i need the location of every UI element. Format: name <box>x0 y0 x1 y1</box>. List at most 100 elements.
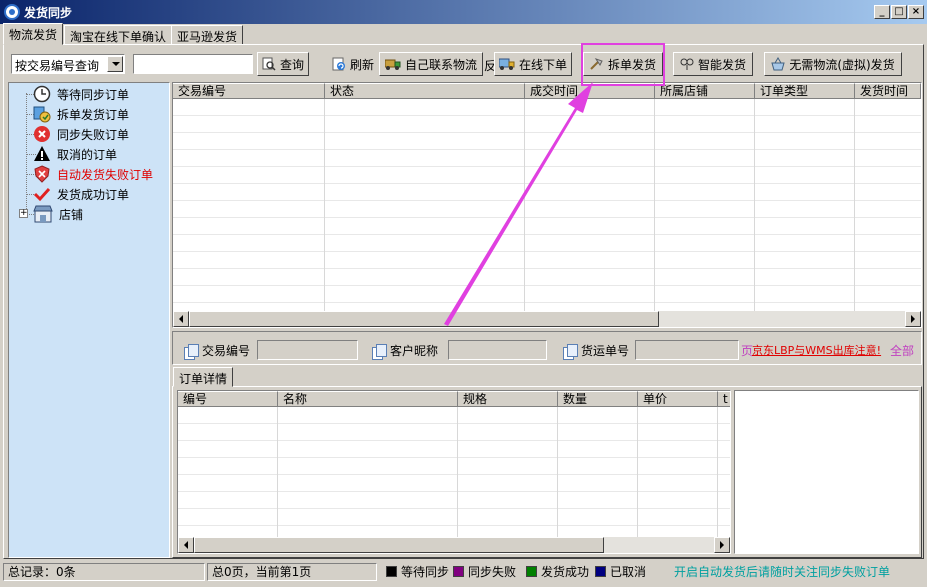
status-hint: 开启自动发货后请随时关注同步失败订单 <box>674 565 891 579</box>
truck-icon <box>384 59 401 70</box>
tab-logistics-shipping[interactable]: 物流发货 <box>3 23 64 45</box>
order-detail-table[interactable]: 编号 名称 规格 数量 单价 t <box>177 390 731 554</box>
jd-warning-link[interactable]: 京东LBP与WMS出库注意! <box>752 342 881 358</box>
tree-item-sync-failed[interactable]: 同步失败订单 <box>33 124 129 144</box>
column-header[interactable]: 所属店铺 <box>655 83 755 99</box>
chevron-down-icon[interactable] <box>107 56 123 72</box>
split-order-icon <box>33 106 51 123</box>
trade-no-text: 交易编号 <box>202 344 251 358</box>
tab-label: 淘宝在线下单确认 <box>70 30 167 44</box>
refresh-label: 刷新 <box>350 57 375 72</box>
column-header[interactable]: 单价 <box>638 391 718 407</box>
legend-waiting-sync: 等待同步 <box>386 563 449 580</box>
column-header[interactable]: 规格 <box>458 391 558 407</box>
tab-amazon-shipping[interactable]: 亚马逊发货 <box>171 25 244 45</box>
legend-swatch <box>386 566 397 577</box>
smart-ship-label: 智能发货 <box>697 57 746 72</box>
tab-order-details[interactable]: 订单详情 <box>173 367 234 387</box>
legend-label: 等待同步 <box>401 565 450 579</box>
tree-item-label: 店铺 <box>59 207 84 222</box>
legend-sync-failed: 同步失败 <box>453 563 516 580</box>
refresh-icon <box>332 57 345 71</box>
copy-icon <box>563 343 578 360</box>
tree-item-auto-ship-failed[interactable]: 自动发货失败订单 <box>33 164 153 184</box>
window-title: 发货同步 <box>24 6 73 20</box>
basket-icon <box>771 57 785 71</box>
trade-no-field[interactable] <box>257 340 358 360</box>
orders-horizontal-scrollbar[interactable] <box>173 311 921 327</box>
order-category-tree: 等待同步订单 拆单发货订单 同步失败订单 取消的订单 自动发货失败订单 发货成功… <box>8 82 170 558</box>
status-pages: 总0页，当前第1页 <box>207 563 377 581</box>
column-header[interactable]: t <box>718 391 730 407</box>
copy-icon <box>372 343 387 360</box>
virtual-ship-label: 无需物流(虚拟)发货 <box>789 57 895 72</box>
scroll-thumb[interactable] <box>194 537 604 553</box>
column-header[interactable]: 名称 <box>278 391 458 407</box>
tab-label: 订单详情 <box>179 372 228 386</box>
status-total-records: 总记录：0条 <box>3 563 205 581</box>
waybill-label: 货运单号 <box>563 342 629 360</box>
column-header[interactable]: 交易编号 <box>173 83 325 99</box>
legend-label: 发货成功 <box>541 565 590 579</box>
waybill-field[interactable] <box>635 340 739 360</box>
refresh-button[interactable]: 刷新 <box>332 52 374 76</box>
tree-item-label: 同步失败订单 <box>57 127 130 142</box>
search-mode-select[interactable]: 按交易编号查询 <box>11 54 125 74</box>
online-order-label: 在线下单 <box>519 57 568 72</box>
self-contact-logistics-button[interactable]: 自己联系物流 <box>379 52 483 76</box>
query-label: 查询 <box>280 57 305 72</box>
tree-item-label: 发货成功订单 <box>57 187 130 202</box>
tab-taobao-online-confirm[interactable]: 淘宝在线下单确认 <box>64 25 173 45</box>
maximize-button[interactable]: □ <box>891 5 907 19</box>
annotation-highlight-box <box>581 43 665 86</box>
title-bar: 发货同步 _ □ × <box>0 0 927 24</box>
search-input[interactable] <box>133 54 253 74</box>
nickname-text: 客户昵称 <box>390 344 439 358</box>
product-image-pane <box>734 390 919 554</box>
column-header[interactable]: 发货时间 <box>855 83 921 99</box>
scroll-thumb[interactable] <box>189 311 659 327</box>
tree-item-ship-success[interactable]: 发货成功订单 <box>33 184 129 204</box>
store-icon <box>33 205 53 223</box>
orders-table[interactable]: 交易编号 状态 成交时间 所属店铺 订单类型 发货时间 <box>172 82 922 328</box>
search-mode-value: 按交易编号查询 <box>15 59 100 73</box>
tree-item-waiting-sync[interactable]: 等待同步订单 <box>33 84 129 104</box>
checkmark-icon <box>33 187 51 202</box>
tab-label: 物流发货 <box>9 28 58 42</box>
close-button[interactable]: × <box>908 5 924 19</box>
column-header[interactable]: 订单类型 <box>755 83 855 99</box>
copy-icon <box>184 343 199 360</box>
online-order-button[interactable]: 在线下单 <box>494 52 572 76</box>
scroll-left-icon[interactable] <box>178 537 194 553</box>
legend-ship-success: 发货成功 <box>526 563 589 580</box>
self-contact-label: 自己联系物流 <box>404 57 477 72</box>
legend-swatch <box>453 566 464 577</box>
tree-item-label: 自动发货失败订单 <box>57 167 154 182</box>
smart-ship-button[interactable]: 智能发货 <box>673 52 753 76</box>
tree-expander-store[interactable]: + <box>19 209 28 218</box>
query-button[interactable]: 查询 <box>257 52 309 76</box>
legend-swatch <box>526 566 537 577</box>
column-header[interactable]: 数量 <box>558 391 638 407</box>
detail-grid-lines <box>178 407 730 537</box>
tree-item-split-orders[interactable]: 拆单发货订单 <box>33 104 129 124</box>
virtual-ship-button[interactable]: 无需物流(虚拟)发货 <box>764 52 902 76</box>
minimize-button[interactable]: _ <box>874 5 890 19</box>
shield-fail-icon <box>34 165 50 183</box>
tree-item-label: 等待同步订单 <box>57 87 130 102</box>
scroll-right-icon[interactable] <box>714 537 730 553</box>
app-globe-icon <box>4 4 20 20</box>
scroll-left-icon[interactable] <box>173 311 189 327</box>
column-header[interactable]: 编号 <box>178 391 278 407</box>
smart-ship-icon <box>680 58 694 70</box>
tree-item-store[interactable]: 店铺 <box>33 204 83 224</box>
legend-label: 同步失败 <box>468 565 517 579</box>
all-link[interactable]: 全部 <box>890 342 914 359</box>
nickname-label: 客户昵称 <box>372 342 439 360</box>
column-header[interactable]: 状态 <box>325 83 525 99</box>
scroll-right-icon[interactable] <box>905 311 921 327</box>
tree-item-cancelled[interactable]: 取消的订单 <box>33 144 117 164</box>
detail-horizontal-scrollbar[interactable] <box>178 537 730 553</box>
nickname-field[interactable] <box>448 340 547 360</box>
legend-swatch <box>595 566 606 577</box>
